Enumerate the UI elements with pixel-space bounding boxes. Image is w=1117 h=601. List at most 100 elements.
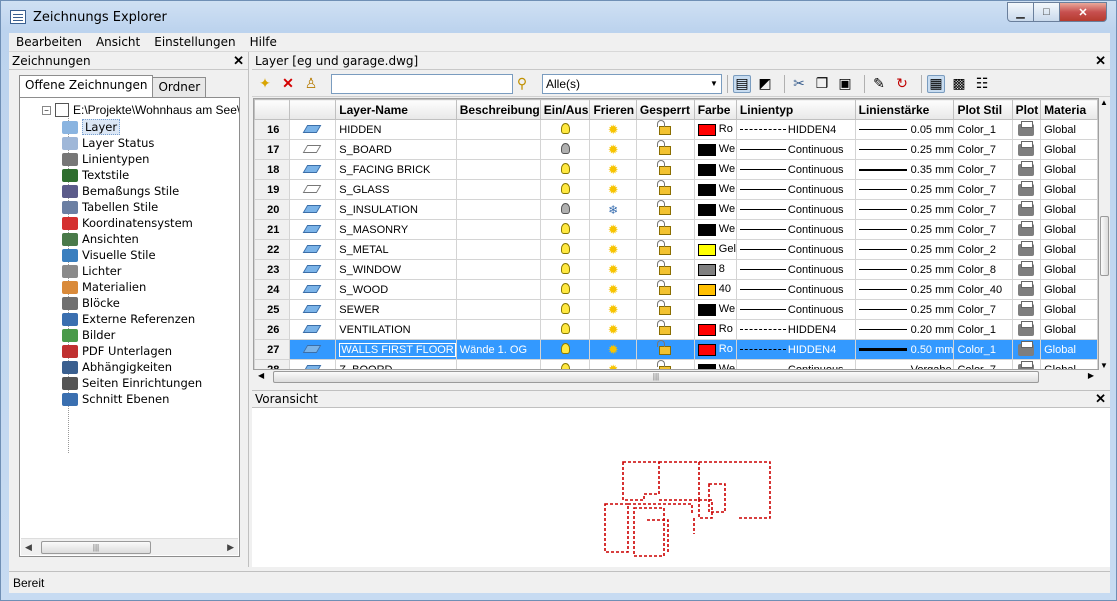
grid-vscroll-thumb[interactable]: [1100, 216, 1109, 276]
plot-cell[interactable]: [1011, 279, 1042, 300]
layer-name-cell[interactable]: S_BOARD: [335, 139, 457, 160]
layer-name-cell[interactable]: VENTILATION: [335, 319, 457, 340]
table-row[interactable]: 25 SEWER ✹ We Continuous 0.25 mm Color_7 Global: [254, 299, 1098, 320]
on-off-cell[interactable]: [539, 159, 591, 180]
layer-name-cell[interactable]: S_GLASS: [335, 179, 457, 200]
tree-item[interactable]: Textstile: [62, 167, 202, 183]
description-cell[interactable]: [455, 199, 541, 220]
lock-cell[interactable]: [635, 159, 695, 180]
on-off-cell[interactable]: [539, 299, 591, 320]
layer-status-cell[interactable]: [288, 199, 337, 220]
details-view-icon[interactable]: ▦: [927, 74, 945, 93]
tree-item[interactable]: Layer Status: [62, 135, 202, 151]
layer-status-cell[interactable]: [288, 359, 337, 369]
grid-horizontal-scrollbar[interactable]: ◀ ||| ▶: [253, 370, 1099, 384]
freeze-cell[interactable]: ✹: [589, 179, 637, 200]
close-window-button[interactable]: ✕: [1059, 2, 1107, 22]
layer-status-cell[interactable]: [288, 219, 337, 240]
lock-cell[interactable]: [635, 299, 695, 320]
delete-layer-icon[interactable]: ✕: [279, 75, 297, 93]
column-header[interactable]: Layer-Name: [335, 99, 457, 120]
tree-item[interactable]: Blöcke: [62, 295, 202, 311]
table-row[interactable]: 20 S_INSULATION ❄ We Continuous 0.25 mm Color_…: [254, 199, 1098, 220]
tree-item[interactable]: Layer: [62, 119, 202, 135]
layer-name-cell[interactable]: S_METAL: [335, 239, 457, 260]
column-header[interactable]: Materia: [1040, 99, 1098, 120]
layer-name-cell[interactable]: HIDDEN: [335, 119, 457, 140]
invert-filter-icon[interactable]: ◩: [756, 75, 774, 93]
tree-item[interactable]: Ansichten: [62, 231, 202, 247]
table-row[interactable]: 17 S_BOARD ✹ We Continuous 0.25 mm Color_7 Glob…: [254, 139, 1098, 160]
column-header[interactable]: Linientyp: [735, 99, 856, 120]
layer-status-cell[interactable]: [288, 159, 337, 180]
drawings-pane-close-icon[interactable]: ✕: [233, 53, 244, 69]
layer-filter-toggle-icon[interactable]: ▤: [733, 74, 751, 93]
menu-hilfe[interactable]: Hilfe: [243, 35, 284, 49]
linetype-cell[interactable]: HIDDEN4: [735, 319, 856, 340]
lineweight-cell[interactable]: 0.35 mm: [854, 159, 955, 180]
tree-item[interactable]: Tabellen Stile: [62, 199, 202, 215]
table-row[interactable]: 23 S_WINDOW ✹ 8 Continuous 0.25 mm Color_8 Glob…: [254, 259, 1098, 280]
filter-icon[interactable]: ⚲: [513, 75, 531, 93]
lock-cell[interactable]: [635, 139, 695, 160]
plotstyle-cell[interactable]: Color_7: [953, 299, 1013, 320]
plotstyle-cell[interactable]: Color_2: [953, 239, 1013, 260]
purge-icon[interactable]: ♙: [302, 75, 320, 93]
description-cell[interactable]: [455, 219, 541, 240]
lock-cell[interactable]: [635, 179, 695, 200]
table-row[interactable]: 16 HIDDEN ✹ Ro HIDDEN4 0.05 mm Color_1 Global: [254, 119, 1098, 140]
table-row[interactable]: 26 VENTILATION ✹ Ro HIDDEN4 0.20 mm Color_1 Glo…: [254, 319, 1098, 340]
linetype-cell[interactable]: Continuous: [735, 219, 856, 240]
material-cell[interactable]: Global: [1040, 279, 1098, 300]
layer-filter-select[interactable]: Alle(s) ▼: [542, 73, 722, 94]
description-cell[interactable]: [455, 359, 541, 369]
on-off-cell[interactable]: [539, 279, 591, 300]
description-cell[interactable]: Wände 1. OG: [455, 339, 541, 360]
color-cell[interactable]: We: [693, 159, 737, 180]
linetype-cell[interactable]: HIDDEN4: [735, 339, 856, 360]
description-cell[interactable]: [455, 299, 541, 320]
plotstyle-cell[interactable]: Color_7: [953, 199, 1013, 220]
freeze-cell[interactable]: ✹: [589, 279, 637, 300]
layer-name-cell[interactable]: SEWER: [335, 299, 457, 320]
lineweight-cell[interactable]: 0.25 mm: [854, 179, 955, 200]
tree-item[interactable]: Bilder: [62, 327, 202, 343]
color-cell[interactable]: We: [693, 299, 737, 320]
color-cell[interactable]: 40: [693, 279, 737, 300]
plotstyle-cell[interactable]: Color_7: [953, 179, 1013, 200]
linetype-cell[interactable]: Continuous: [735, 179, 856, 200]
paste-icon[interactable]: ▣: [836, 75, 854, 93]
layer-status-cell[interactable]: [288, 119, 337, 140]
on-off-cell[interactable]: [539, 219, 591, 240]
material-cell[interactable]: Global: [1040, 139, 1098, 160]
description-cell[interactable]: [455, 259, 541, 280]
lineweight-cell[interactable]: 0.25 mm: [854, 279, 955, 300]
layer-pane-close-icon[interactable]: ✕: [1095, 53, 1106, 69]
column-header[interactable]: Frieren: [589, 99, 637, 120]
table-row[interactable]: 22 S_METAL ✹ Gel Continuous 0.25 mm Color_2 Glo…: [254, 239, 1098, 260]
freeze-cell[interactable]: ✹: [589, 339, 637, 360]
on-off-cell[interactable]: [539, 199, 591, 220]
scroll-right-icon[interactable]: ▶: [1088, 371, 1094, 380]
layer-name-cell[interactable]: Z_BOORD: [335, 359, 457, 369]
plot-cell[interactable]: [1011, 219, 1042, 240]
layer-status-cell[interactable]: [288, 279, 337, 300]
freeze-cell[interactable]: ✹: [589, 299, 637, 320]
linetype-cell[interactable]: HIDDEN4: [735, 119, 856, 140]
column-header[interactable]: Ein/Aus: [539, 99, 591, 120]
lock-cell[interactable]: [635, 199, 695, 220]
table-row[interactable]: 24 S_WOOD ✹ 40 Continuous 0.25 mm Color_40 Glob…: [254, 279, 1098, 300]
lock-cell[interactable]: [635, 359, 695, 369]
tree-view-icon[interactable]: ☷: [973, 75, 991, 93]
layer-status-cell[interactable]: [288, 319, 337, 340]
table-row[interactable]: 28 Z_BOORD ✹ We Continuous Vorgabe Color_7 Glob…: [254, 359, 1098, 369]
scroll-left-icon[interactable]: ◀: [25, 542, 32, 553]
plot-cell[interactable]: [1011, 339, 1042, 360]
lineweight-cell[interactable]: 0.25 mm: [854, 239, 955, 260]
linetype-cell[interactable]: Continuous: [735, 159, 856, 180]
color-cell[interactable]: Ro: [693, 339, 737, 360]
plotstyle-cell[interactable]: Color_1: [953, 119, 1013, 140]
freeze-cell[interactable]: ✹: [589, 119, 637, 140]
color-cell[interactable]: We: [693, 179, 737, 200]
description-cell[interactable]: [455, 319, 541, 340]
